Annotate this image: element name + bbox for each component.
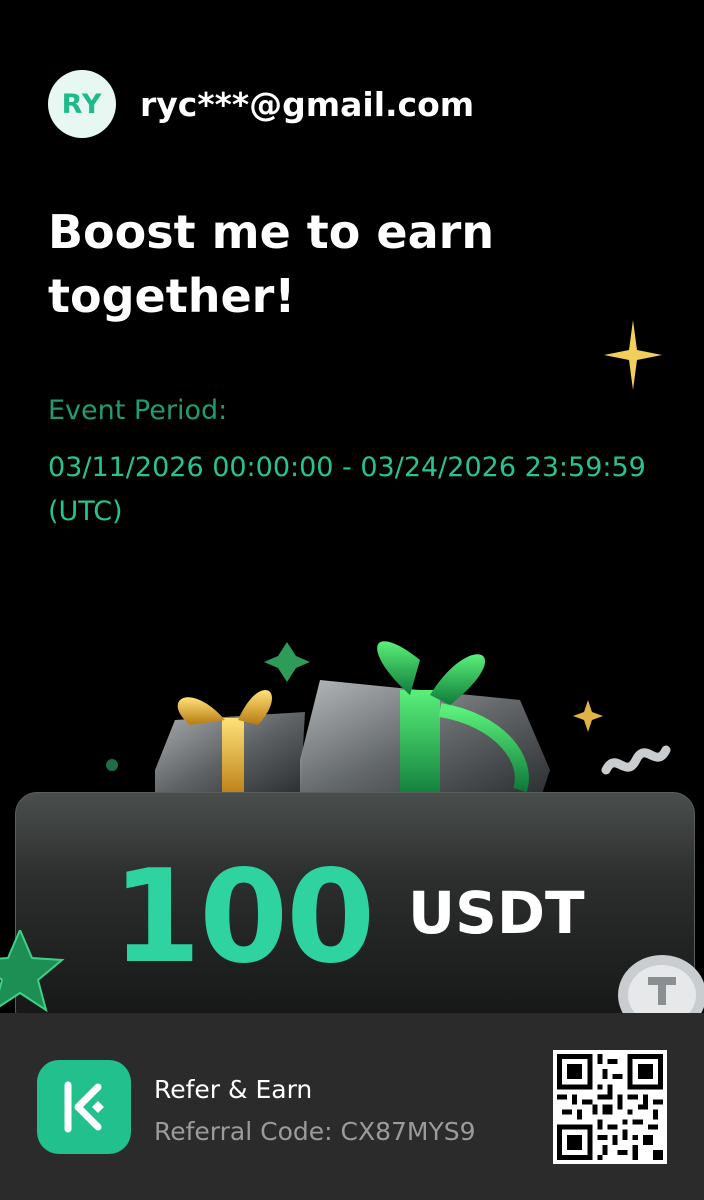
page-title: Boost me to earn together! <box>48 205 495 323</box>
star-decoration-icon <box>0 930 65 1013</box>
usdt-coin-icon <box>618 955 704 1013</box>
kucoin-logo-icon <box>37 1060 131 1154</box>
reward-amount: 100 <box>112 843 375 992</box>
event-period-value: 03/11/2026 00:00:00 - 03/24/2026 23:59:5… <box>48 452 646 527</box>
user-header: RY ryc***@gmail.com <box>48 70 474 138</box>
refer-earn-title: Refer & Earn <box>154 1075 313 1104</box>
share-poster: RY ryc***@gmail.com Boost me to earn tog… <box>0 0 704 1200</box>
avatar: RY <box>48 70 116 138</box>
reward-unit: USDT <box>408 879 585 947</box>
user-email: ryc***@gmail.com <box>140 84 475 124</box>
footer-bar: Refer & Earn Referral Code: CX87MYS9 <box>0 1013 704 1200</box>
referral-code: Referral Code: CX87MYS9 <box>154 1117 476 1146</box>
event-period-label: Event Period: <box>48 395 228 426</box>
qr-code-icon <box>553 1050 667 1164</box>
sparkle-icon <box>604 320 662 390</box>
